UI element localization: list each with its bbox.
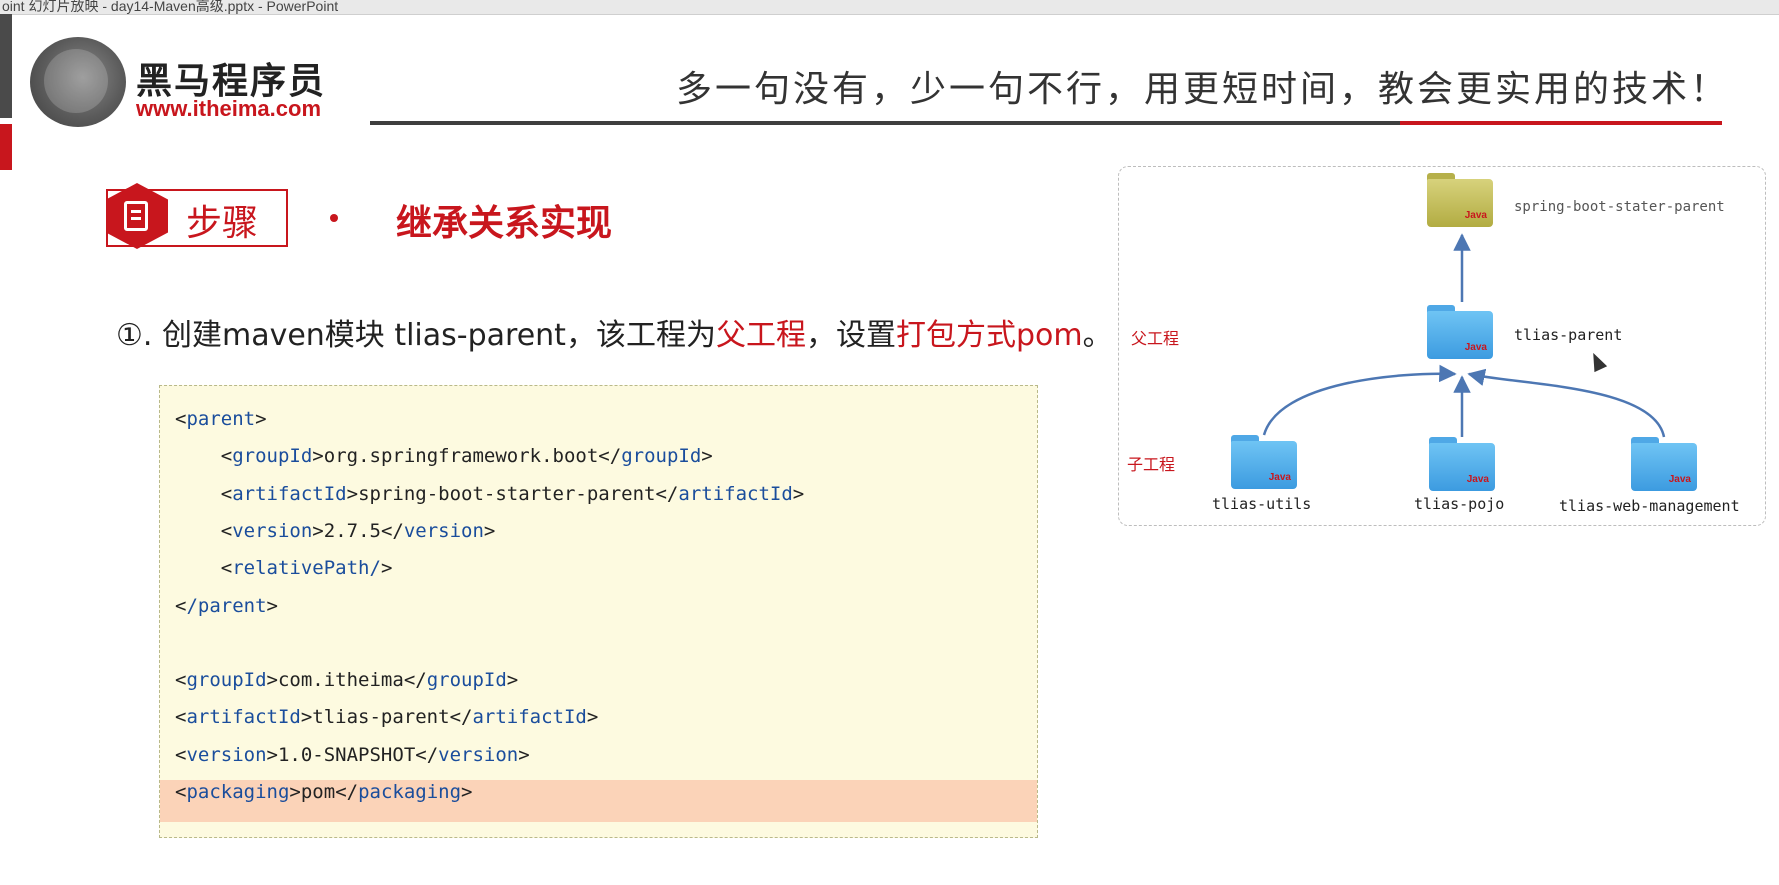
code-line: <version>2.7.5</version>: [220, 519, 496, 542]
instruction-prefix: ①. 创建maven模块 tlias-parent，该工程为: [116, 318, 716, 353]
code-line: <groupId>org.springframework.boot</group…: [220, 445, 713, 468]
code-tag-open: parent: [186, 408, 256, 430]
tlias-web-management-folder-icon: Java: [1631, 437, 1697, 491]
instruction-text: ①. 创建maven模块 tlias-parent，该工程为父工程，设置打包方式…: [116, 310, 1113, 354]
code-value: pom: [300, 781, 336, 803]
code-tag-close: groupId: [426, 669, 507, 692]
tlias-parent-name: tlias-parent: [1514, 326, 1623, 344]
instruction-suffix: 。: [1082, 318, 1113, 353]
code-tag-close: artifactId: [678, 482, 793, 505]
inheritance-diagram: Java spring-boot-stater-parent Java tlia…: [1118, 166, 1766, 526]
code-tag-close: version: [438, 743, 519, 766]
code-tag-close: groupId: [621, 445, 702, 468]
code-tag-open: packaging: [186, 781, 290, 803]
code-tag-open: groupId: [232, 445, 313, 468]
code-line: <groupId>com.itheima</groupId>: [175, 669, 519, 692]
window-title: oint 幻灯片放映 - day14-Maven高级.pptx - PowerP…: [2, 0, 339, 14]
code-block: <parent> <groupId>org.springframework.bo…: [159, 385, 1038, 838]
code-value: com.itheima: [277, 669, 404, 692]
document-icon: [124, 201, 148, 231]
horse-logo-icon: [30, 37, 126, 127]
code-tag-open: artifactId: [232, 482, 347, 505]
code-value: org.springframework.boot: [323, 445, 599, 468]
arrow-web-to-parent: [1467, 368, 1666, 438]
tlias-pojo-name: tlias-pojo: [1414, 495, 1505, 513]
code-line: <packaging>pom</packaging>: [175, 781, 473, 803]
tlias-utils-folder-icon: Java: [1231, 435, 1297, 489]
code-tag-open: relativePath/: [232, 557, 381, 580]
tlias-pojo-folder-icon: Java: [1429, 437, 1495, 491]
arrow-utils-to-parent: [1262, 364, 1457, 436]
instruction-middle: ，设置: [805, 318, 896, 353]
code-value: 1.0-SNAPSHOT: [277, 743, 416, 766]
code-value: tlias-parent: [312, 706, 450, 729]
slide-slogan: 多一句没有，少一句不行，用更短时间，教会更实用的技术！: [676, 69, 1730, 110]
code-line: <version>1.0-SNAPSHOT</version>: [175, 743, 530, 766]
slide-left-accent-dark: [0, 14, 12, 118]
code-line: </parent>: [175, 594, 278, 617]
brand-url: www.itheima.com: [136, 96, 322, 121]
code-tag-open: artifactId: [186, 706, 301, 729]
slide-left-accent-red: [0, 124, 12, 170]
top-parent-name: spring-boot-stater-parent: [1514, 199, 1725, 215]
code-tag-open: groupId: [186, 669, 267, 692]
code-value: spring-boot-starter-parent: [358, 482, 656, 505]
tlias-utils-name: tlias-utils: [1212, 495, 1312, 513]
header-rule-accent: [1400, 121, 1722, 125]
code-line: <parent>: [175, 408, 267, 430]
section-title: 继承关系实现: [396, 203, 613, 244]
instruction-highlight-packaging: 打包方式pom: [895, 318, 1083, 353]
code-tag-open: version: [232, 519, 313, 542]
code-line: <artifactId>spring-boot-starter-parent</…: [220, 482, 805, 505]
code-value: 2.7.5: [323, 519, 381, 542]
tlias-parent-folder-icon: Java: [1427, 305, 1493, 359]
parent-project-label: 父工程: [1131, 329, 1180, 348]
code-tag-open: version: [186, 743, 267, 766]
code-line: <relativePath/>: [220, 557, 393, 580]
child-project-label: 子工程: [1127, 455, 1176, 474]
code-tag-close: version: [403, 519, 484, 542]
top-parent-folder-icon: Java: [1427, 173, 1493, 227]
header-rule: [370, 121, 1400, 125]
code-tag-open: /parent: [186, 594, 267, 617]
tlias-web-management-name: tlias-web-management: [1559, 497, 1740, 515]
step-badge-label: 步骤: [186, 203, 259, 244]
code-tag-close: packaging: [358, 781, 462, 803]
bullet-dot: [330, 214, 338, 222]
code-line: <artifactId>tlias-parent</artifactId>: [175, 706, 599, 729]
window-titlebar: oint 幻灯片放映 - day14-Maven高级.pptx - PowerP…: [0, 0, 1779, 15]
code-tag-close: artifactId: [472, 706, 587, 729]
instruction-highlight-parent: 父工程: [715, 318, 806, 353]
